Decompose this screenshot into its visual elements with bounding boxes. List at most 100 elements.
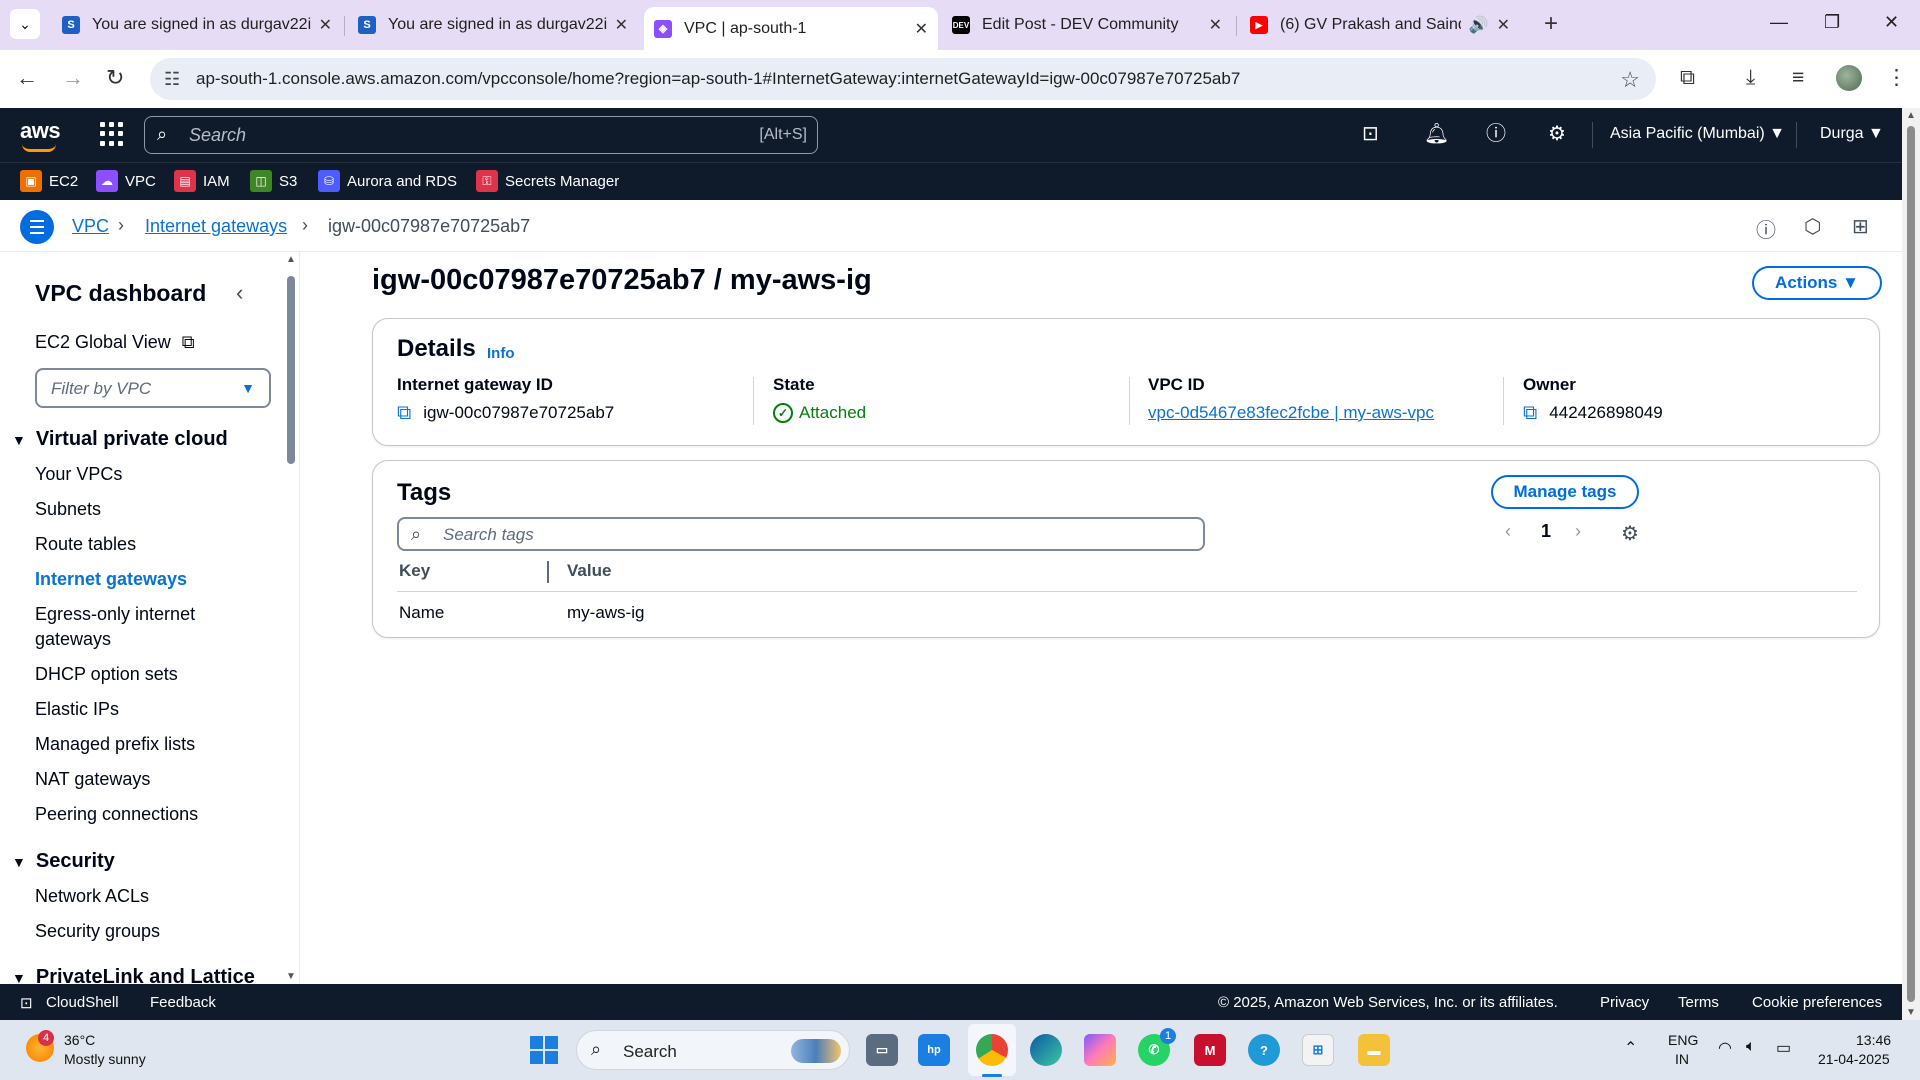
sidebar-item-your-vpcs[interactable]: Your VPCs	[35, 462, 255, 487]
browser-tab-4[interactable]: DEV Edit Post - DEV Community ✕	[942, 7, 1232, 43]
scroll-down-icon[interactable]: ▼	[286, 971, 296, 982]
favorite-iam[interactable]: ▤ IAM	[174, 170, 230, 192]
favorite-s3[interactable]: ◫ S3	[250, 170, 297, 192]
sidebar-item-managed-prefix-lists[interactable]: Managed prefix lists	[35, 732, 255, 757]
sidebar-item-dhcp-option-sets[interactable]: DHCP option sets	[35, 662, 255, 687]
address-url[interactable]: ap-south-1.console.aws.amazon.com/vpccon…	[196, 69, 1240, 89]
section-privatelink-and-lattice[interactable]: ▼ PrivateLink and Lattice	[12, 966, 255, 984]
taskbar-search[interactable]: ⌕ Search	[576, 1030, 850, 1070]
weather-temperature[interactable]: 36°C	[64, 1032, 95, 1048]
help-icon[interactable]: ⓘ	[1486, 122, 1506, 146]
speaker-icon[interactable]: 🔊	[1469, 15, 1489, 35]
services-grid-icon[interactable]	[100, 122, 124, 146]
browser-tab-2[interactable]: S You are signed in as durgav22it ✕	[348, 7, 638, 43]
forward-arrow-icon[interactable]: →	[62, 66, 84, 90]
browser-tab-5[interactable]: ▶ (6) GV Prakash and Saindha 🔊 ✕	[1240, 7, 1520, 43]
sidebar-item-peering-connections[interactable]: Peering connections	[35, 802, 255, 827]
table-preferences-gear-icon[interactable]: ⚙	[1621, 521, 1639, 546]
sidebar-item-security-groups[interactable]: Security groups	[35, 919, 255, 944]
feedback-panel-icon[interactable]: ⊞	[1852, 214, 1869, 239]
close-tab-icon[interactable]: ✕	[915, 19, 928, 39]
restore-icon[interactable]: ❐	[1824, 12, 1840, 33]
close-tab-icon[interactable]: ✕	[615, 15, 628, 35]
details-info-link[interactable]: Info	[487, 345, 515, 362]
aws-search-input[interactable]	[189, 123, 689, 147]
favorite-ec2[interactable]: ▣ EC2	[20, 170, 78, 192]
task-view-icon[interactable]: ▭	[866, 1034, 898, 1066]
menu-hamburger-icon[interactable]	[20, 210, 54, 244]
favorite-secrets-manager[interactable]: ⚿ Secrets Manager	[476, 170, 619, 192]
column-resizer[interactable]	[547, 561, 549, 583]
terms-link[interactable]: Terms	[1678, 994, 1719, 1011]
help-app-icon[interactable]: ?	[1248, 1034, 1280, 1066]
copilot-icon[interactable]	[1084, 1034, 1116, 1066]
close-window-icon[interactable]: ✕	[1884, 12, 1899, 33]
sidebar-scrollbar[interactable]: ▲ ▼	[284, 252, 298, 984]
language-region[interactable]: IN	[1675, 1051, 1689, 1067]
account-menu[interactable]: Durga ▼	[1820, 125, 1884, 143]
search-tags-input[interactable]	[443, 523, 1143, 547]
copy-icon[interactable]: ⧉	[397, 403, 411, 423]
settings-gear-icon[interactable]: ⚙	[1548, 122, 1566, 146]
section-virtual-private-cloud[interactable]: ▼ Virtual private cloud	[12, 428, 228, 451]
extensions-icon[interactable]: ⧉	[1680, 66, 1695, 90]
store-icon[interactable]: ⊞	[1302, 1034, 1334, 1066]
cloudshell-terminal-icon[interactable]: ⊡	[20, 994, 33, 1012]
minimize-icon[interactable]: —	[1770, 12, 1788, 33]
favorite-vpc[interactable]: ☁ VPC	[96, 170, 156, 192]
scroll-up-icon[interactable]: ▲	[286, 254, 296, 265]
breadcrumb-vpc[interactable]: VPC	[72, 216, 109, 237]
close-tab-icon[interactable]: ✕	[1497, 15, 1510, 35]
profile-avatar[interactable]	[1836, 65, 1862, 91]
tag-search-box[interactable]: ⌕	[397, 517, 1205, 551]
privacy-link[interactable]: Privacy	[1600, 994, 1649, 1011]
copy-icon[interactable]: ⧉	[1523, 403, 1537, 423]
feedback-link[interactable]: Feedback	[150, 994, 216, 1011]
mcafee-shield-icon[interactable]: M	[1194, 1034, 1226, 1066]
hp-app-icon[interactable]: hp	[918, 1034, 950, 1066]
page-number[interactable]: 1	[1541, 521, 1551, 542]
sidebar-item-subnets[interactable]: Subnets	[35, 497, 255, 522]
browser-menu-icon[interactable]: ⋮	[1886, 66, 1907, 90]
browser-tab-3-active[interactable]: ◈ VPC | ap-south-1 ✕	[644, 7, 938, 50]
site-settings-icon[interactable]: ☷	[164, 69, 180, 90]
chrome-icon[interactable]	[976, 1034, 1008, 1066]
scroll-down-icon[interactable]: ▼	[1906, 1007, 1916, 1018]
cloudshell-icon[interactable]: ⊡	[1362, 122, 1379, 146]
media-controls-icon[interactable]: ≡	[1792, 66, 1804, 90]
region-selector[interactable]: Asia Pacific (Mumbai) ▼	[1610, 125, 1785, 143]
sidebar-item-network-acls[interactable]: Network ACLs	[35, 884, 255, 909]
cookie-preferences-link[interactable]: Cookie preferences	[1752, 994, 1882, 1011]
actions-button[interactable]: Actions ▼	[1752, 266, 1882, 300]
cloudshell-link[interactable]: CloudShell	[46, 994, 119, 1011]
column-header-value[interactable]: Value	[567, 561, 611, 581]
scroll-up-icon[interactable]: ▲	[1906, 110, 1916, 121]
edge-icon[interactable]	[1030, 1034, 1062, 1066]
close-tab-icon[interactable]: ✕	[1209, 15, 1222, 35]
info-circle-icon[interactable]: ⓘ	[1756, 214, 1776, 243]
sidebar-item-nat-gateways[interactable]: NAT gateways	[35, 767, 255, 792]
page-scrollbar[interactable]: ▲ ▼	[1902, 108, 1920, 1020]
back-arrow-icon[interactable]: ←	[16, 66, 38, 90]
next-page-icon[interactable]: ›	[1575, 521, 1581, 542]
new-tab-plus-icon[interactable]: +	[1544, 11, 1558, 37]
show-hidden-icons-chevron-icon[interactable]: ⌃	[1624, 1038, 1637, 1058]
language-indicator[interactable]: ENG	[1668, 1032, 1698, 1048]
aws-search-box[interactable]: ⌕ [Alt+S]	[144, 116, 818, 154]
aws-logo[interactable]: aws	[20, 118, 61, 144]
filter-by-vpc-select[interactable]: Filter by VPC ▼	[35, 368, 271, 408]
sidebar-item-route-tables[interactable]: Route tables	[35, 532, 255, 557]
manage-tags-button[interactable]: Manage tags	[1491, 475, 1639, 509]
windows-start-icon[interactable]	[530, 1036, 558, 1064]
browser-tab-1[interactable]: S You are signed in as durgav22it ✕	[52, 7, 342, 43]
address-bar[interactable]: ☷ ap-south-1.console.aws.amazon.com/vpcc…	[150, 58, 1656, 100]
collapse-sidebar-icon[interactable]: ‹	[236, 280, 243, 306]
wifi-icon[interactable]: ◠	[1718, 1038, 1732, 1058]
scrollbar-thumb[interactable]	[287, 276, 295, 464]
bookmark-star-icon[interactable]: ☆	[1620, 67, 1640, 93]
sidebar-item-egress-only-internet-gateways[interactable]: Egress-only internet gateways	[35, 602, 255, 652]
close-tab-icon[interactable]: ✕	[319, 15, 332, 35]
sidebar-title[interactable]: VPC dashboard	[35, 280, 206, 307]
notifications-bell-icon[interactable]: 🔔︎	[1424, 122, 1449, 146]
favorite-aurora-rds[interactable]: ⛁ Aurora and RDS	[318, 170, 457, 192]
